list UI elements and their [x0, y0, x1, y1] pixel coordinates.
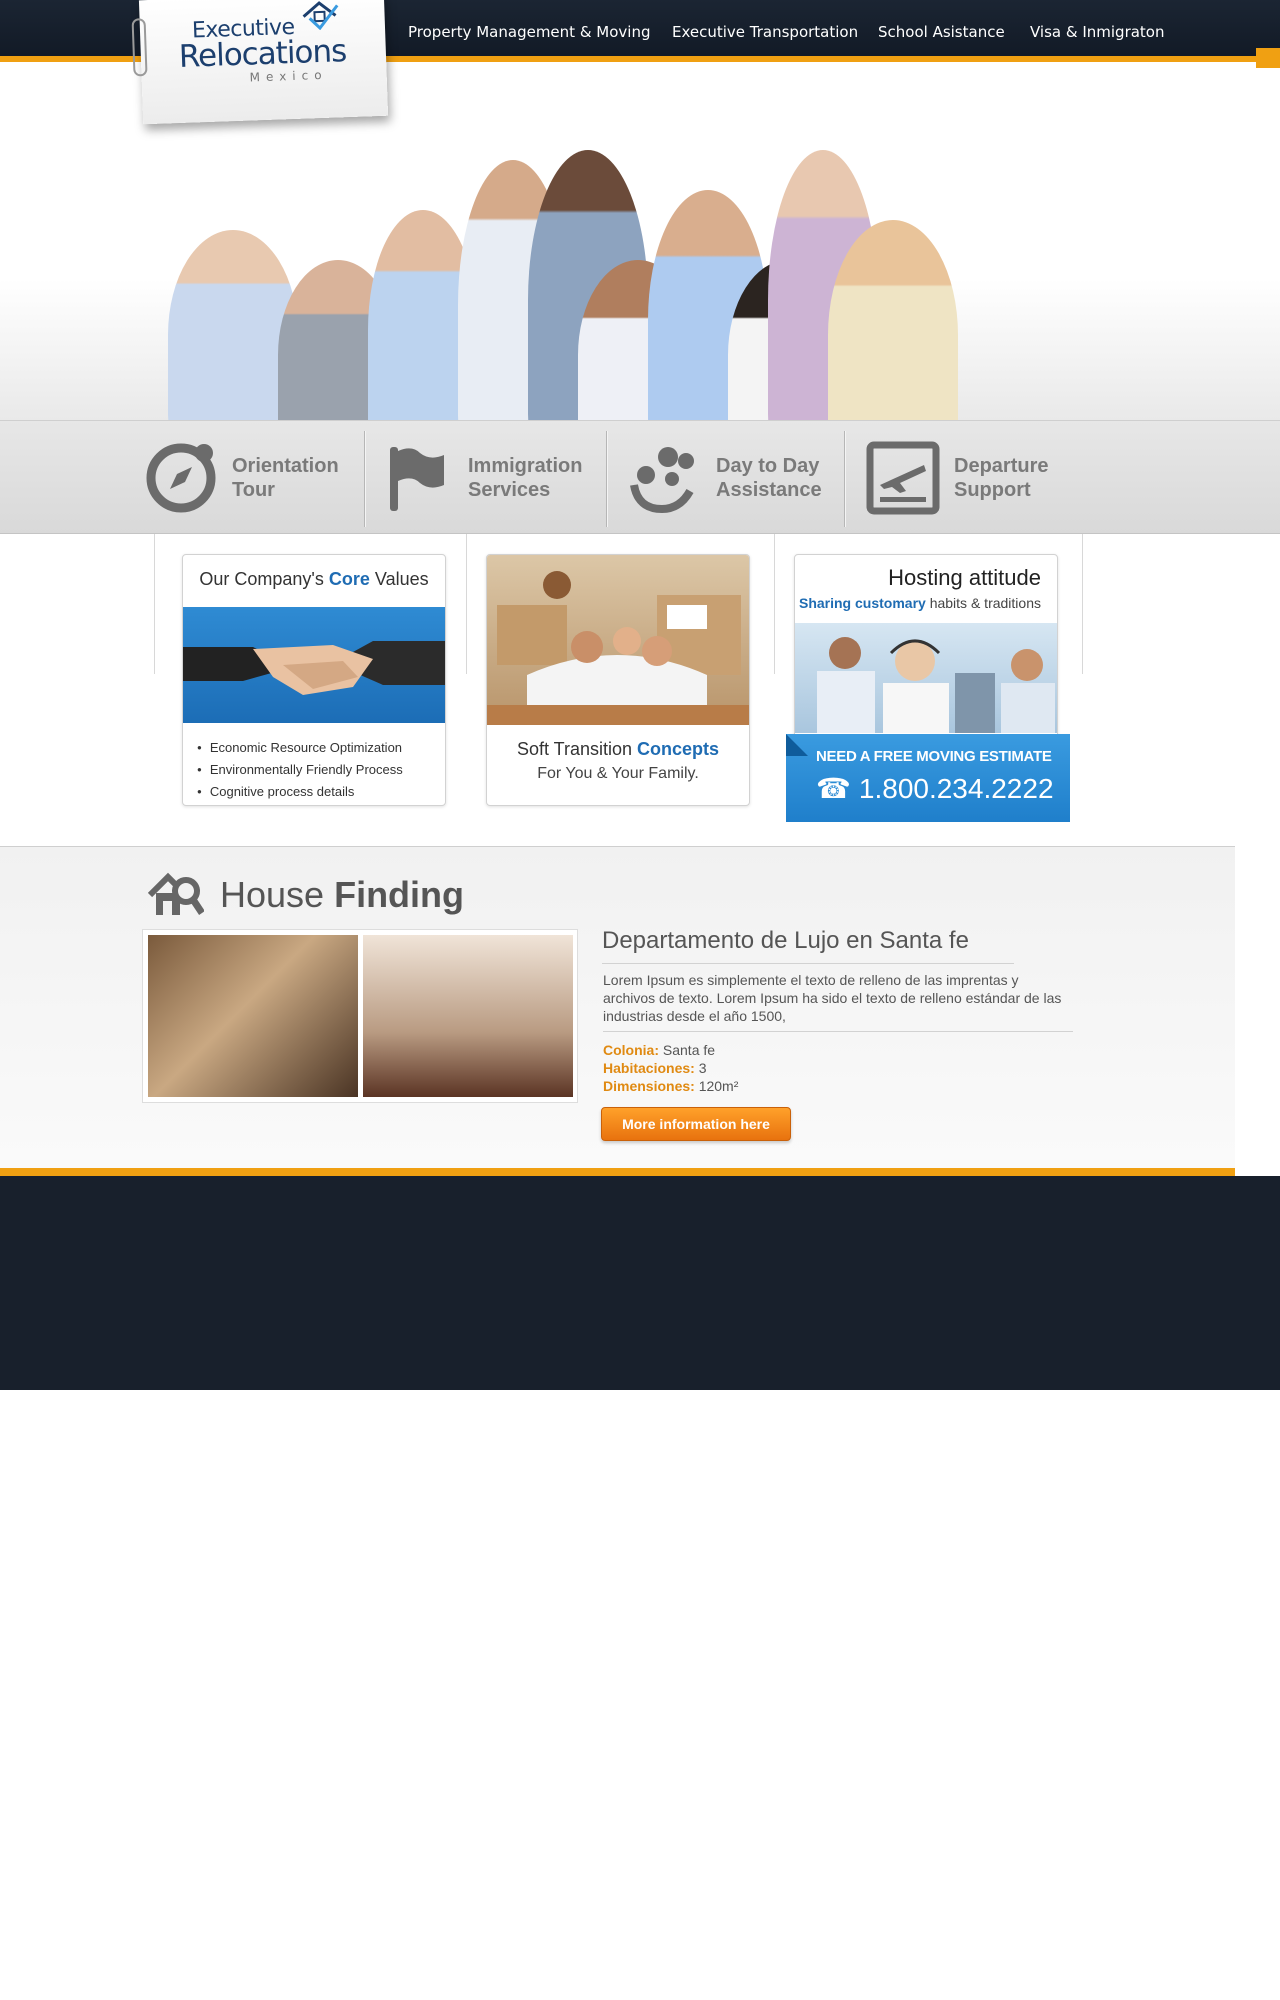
paperclip-icon — [131, 18, 148, 77]
list-item: Environmentally Friendly Process — [197, 759, 403, 781]
service-label-line1: Immigration — [468, 455, 583, 477]
detail-value: 120m² — [698, 1078, 739, 1094]
card-title: Our Company's Core Values — [183, 569, 445, 590]
service-day-to-day[interactable]: Day to Day Assistance — [628, 421, 846, 535]
phone-number: 1.800.234.2222 — [858, 773, 1054, 804]
card-soft-transition[interactable]: Soft Transition Concepts For You & Your … — [486, 554, 750, 806]
detail-label: Colonia: — [603, 1042, 659, 1058]
footer — [0, 1176, 1280, 1390]
service-label-line2: Tour — [232, 479, 275, 501]
house-search-icon — [148, 872, 204, 915]
section-title: House Finding — [220, 874, 464, 916]
card-subtitle: Sharing customary habits & traditions — [799, 595, 1041, 611]
banner-fold — [786, 734, 808, 756]
service-immigration[interactable]: Immigration Services — [380, 421, 598, 535]
detail-label: Habitaciones: — [603, 1060, 695, 1076]
estimate-phone[interactable]: ☎ 1.800.234.2222 — [816, 772, 1054, 805]
detail-label: Dimensiones: — [603, 1078, 695, 1094]
property-gallery — [142, 929, 578, 1103]
detail-row: Dimensiones: 120m² — [603, 1077, 738, 1095]
card-title-part: Values — [374, 569, 429, 589]
nav-item-school-assistance[interactable]: School Asistance — [878, 23, 1005, 41]
card-title-highlight: Concepts — [637, 739, 720, 759]
hero-team-photo — [168, 110, 1048, 460]
card-subtitle-highlight: Sharing customary — [798, 595, 926, 611]
service-label-line2: Assistance — [716, 479, 822, 501]
card-title-part: Our Company's — [199, 569, 324, 589]
logo[interactable]: Executive Relocations Mexico — [131, 0, 389, 125]
divider — [154, 534, 155, 674]
free-estimate-banner[interactable]: NEED A FREE MOVING ESTIMATE ☎ 1.800.234.2… — [786, 734, 1070, 822]
detail-row: Habitaciones: 3 — [603, 1059, 738, 1077]
nav-item-executive-transportation[interactable]: Executive Transportation — [672, 23, 858, 41]
divider — [774, 534, 775, 674]
house-check-icon — [302, 1, 339, 31]
property-photo-living-room[interactable] — [148, 935, 358, 1097]
estimate-title: NEED A FREE MOVING ESTIMATE — [816, 748, 1052, 765]
service-label-line2: Services — [468, 479, 551, 501]
service-label-line1: Orientation — [232, 455, 339, 477]
card-title: Hosting attitude — [888, 565, 1041, 590]
divider — [1082, 534, 1083, 674]
service-label-line2: Support — [954, 479, 1031, 501]
core-values-list: Economic Resource Optimization Environme… — [197, 737, 403, 803]
service-label-line1: Day to Day — [716, 455, 820, 477]
section-title-light: House — [220, 874, 325, 915]
nav-item-visa-immigration[interactable]: Visa & Inmigraton — [1030, 23, 1165, 41]
detail-value: Santa fe — [662, 1042, 716, 1058]
card-title-part: Soft Transition — [516, 739, 633, 759]
list-item: Cognitive process details — [197, 781, 403, 803]
list-item: Economic Resource Optimization — [197, 737, 403, 759]
property-photo-bedroom[interactable] — [363, 935, 573, 1097]
agents-illustration — [817, 637, 1055, 733]
section-title-bold: Finding — [334, 874, 465, 915]
logo-text-mexico: Mexico — [249, 67, 328, 85]
service-label-line1: Departure — [954, 455, 1049, 477]
handshake-icon — [183, 641, 445, 695]
divider — [606, 431, 607, 527]
people-group-icon — [630, 447, 694, 514]
family-moving-image — [487, 555, 749, 725]
divider — [466, 534, 467, 674]
listing-description: Lorem Ipsum es simplemente el texto de r… — [603, 971, 1073, 1032]
listing-title: Departamento de Lujo en Santa fe — [602, 927, 1014, 964]
compass-icon — [146, 443, 216, 513]
flag-icon — [390, 447, 444, 511]
service-departure-support[interactable]: Departure Support — [866, 421, 1084, 535]
card-title-highlight: Core — [328, 569, 370, 589]
nav-item-property-management[interactable]: Property Management & Moving — [408, 23, 650, 41]
divider — [844, 431, 845, 527]
house-finding-section: House Finding Departamento de Lujo en Sa… — [0, 846, 1235, 1176]
phone-icon: ☎ — [816, 773, 851, 804]
handshake-image — [183, 607, 445, 723]
more-information-button[interactable]: More information here — [601, 1107, 791, 1141]
divider — [364, 431, 365, 527]
listing-details: Colonia: Santa fe Habitaciones: 3 Dimens… — [603, 1041, 738, 1095]
top-bar-accent — [1256, 48, 1280, 68]
plane-departure-icon — [866, 441, 940, 515]
card-title: Soft Transition Concepts — [487, 739, 749, 760]
section-heading: House Finding — [148, 871, 464, 919]
card-subtitle-part: habits & traditions — [929, 595, 1041, 611]
detail-value: 3 — [698, 1060, 707, 1076]
detail-row: Colonia: Santa fe — [603, 1041, 738, 1059]
support-agents-image — [795, 623, 1057, 733]
family-illustration — [487, 571, 749, 725]
service-orientation-tour[interactable]: Orientation Tour — [144, 421, 362, 535]
promo-cards-area: Our Company's Core Values Economic Resou… — [0, 534, 1280, 846]
services-strip: Orientation Tour Immigration Services Da… — [0, 420, 1280, 534]
card-core-values[interactable]: Our Company's Core Values Economic Resou… — [182, 554, 446, 806]
card-subtitle: For You & Your Family. — [537, 765, 699, 782]
